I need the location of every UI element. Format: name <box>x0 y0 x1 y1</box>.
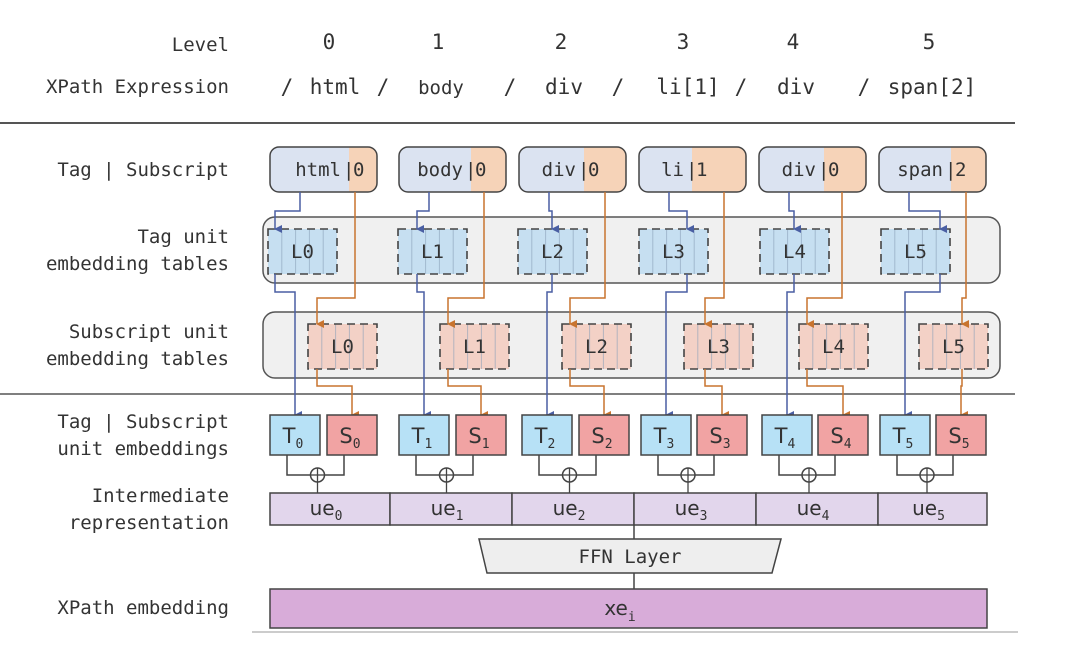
xpath-step: span[2] <box>888 75 977 99</box>
xe-sub: i <box>628 610 636 625</box>
xpath-separator: / <box>735 75 748 99</box>
node-subscript: 0 <box>828 159 839 181</box>
node-tag: body <box>417 159 463 181</box>
table-label: L5 <box>942 336 965 358</box>
xpath-separator: / <box>281 75 294 99</box>
unit-embedding-pair-1: T1 S1 <box>398 414 507 493</box>
row-label-tag-tables-1: Tag unit <box>137 226 229 248</box>
level-number: 4 <box>787 30 800 54</box>
subscript-embedding-table-2: L2 <box>561 323 632 370</box>
tag-embedding-table-3: L3 <box>638 228 709 275</box>
xpath-node-4: div |0 <box>758 146 867 193</box>
row-label-intermediate-2: representation <box>69 512 229 534</box>
subscript-embedding-table-0: L0 <box>307 323 378 370</box>
level-number: 2 <box>555 30 568 54</box>
xpath-node-2: div |0 <box>518 146 627 193</box>
xpath-expression-label: XPath Expression <box>46 76 229 98</box>
xpath-separator: / <box>858 75 871 99</box>
node-subscript: 0 <box>475 159 486 181</box>
unit-embedding-pair-5: T5 S5 <box>879 414 987 493</box>
xpath-separator: / <box>377 75 390 99</box>
table-label: L2 <box>585 336 608 358</box>
subscript-embedding-table-1: L1 <box>439 323 510 370</box>
node-tag: html <box>295 159 341 181</box>
xpath-step: li[1] <box>656 75 719 99</box>
level-numbers: 0 1 2 3 4 5 <box>323 30 936 54</box>
ffn-label: FFN Layer <box>579 546 682 568</box>
node-subscript: 0 <box>353 159 364 181</box>
table-label: L4 <box>783 241 806 263</box>
xpath-node-0: html |0 <box>269 146 378 193</box>
xpath-step: div <box>545 75 583 99</box>
subscript-embedding-table-3: L3 <box>683 323 754 370</box>
row-label-subscript-tables-1: Subscript unit <box>69 321 229 343</box>
tag-embedding-table-1: L1 <box>397 228 468 275</box>
xpath-step: div <box>777 75 815 99</box>
xpath-node-1: body |0 <box>398 146 507 193</box>
level-label: Level <box>172 34 229 56</box>
xpath-separator: / <box>612 75 625 99</box>
tag-embedding-table-2: L2 <box>517 228 588 275</box>
table-label: L2 <box>541 241 564 263</box>
row-label-tag-tables-2: embedding tables <box>46 253 229 275</box>
unit-embedding-pair-4: T4 S4 <box>761 414 869 493</box>
level-number: 5 <box>923 30 936 54</box>
row-label-unit-embeddings-1: Tag | Subscript <box>57 411 229 433</box>
node-tag: li <box>661 159 684 181</box>
xpath-node-3: li |1 <box>638 146 747 193</box>
node-subscript: 0 <box>588 159 599 181</box>
level-number: 3 <box>677 30 690 54</box>
xpath-embedding-diagram: Level XPath Expression 0 1 2 3 4 5 / htm… <box>0 30 1018 633</box>
node-tag: div <box>542 159 576 181</box>
table-label: L4 <box>822 336 845 358</box>
table-label: L1 <box>421 241 444 263</box>
row-label-xpath-embedding: XPath embedding <box>57 597 229 619</box>
xpath-expression: / html / body / div / li[1] / div / span… <box>281 75 977 99</box>
row-label-intermediate-1: Intermediate <box>92 485 229 507</box>
xpath-separator: / <box>504 75 517 99</box>
table-label: L1 <box>463 336 486 358</box>
row-label-subscript-tables-2: embedding tables <box>46 348 229 370</box>
table-label: L3 <box>707 336 730 358</box>
subscript-embedding-table-4: L4 <box>798 323 869 370</box>
subscript-embedding-table-5: L5 <box>918 323 989 370</box>
xe-base: xe <box>604 596 628 620</box>
table-label: L0 <box>291 241 314 263</box>
xpath-node-5: span |2 <box>878 146 987 193</box>
row-label-tag-subscript: Tag | Subscript <box>57 159 229 181</box>
level-number: 1 <box>432 30 445 54</box>
unit-embedding-pair-3: T3 S3 <box>640 414 748 493</box>
row-label-unit-embeddings-2: unit embeddings <box>57 438 229 460</box>
table-label: L0 <box>331 336 354 358</box>
xpath-step: html <box>310 75 361 99</box>
tag-embedding-table-4: L4 <box>759 228 830 275</box>
tag-embedding-table-5: L5 <box>880 228 951 275</box>
unit-embedding-pair-0: T0 S0 <box>269 414 378 493</box>
level-number: 0 <box>323 30 336 54</box>
node-tag: span <box>897 159 943 181</box>
node-tag: div <box>782 159 816 181</box>
table-label: L3 <box>662 241 685 263</box>
unit-embedding-pair-2: T2 S2 <box>521 414 630 493</box>
node-subscript: 1 <box>696 159 707 181</box>
tag-embedding-table-0: L0 <box>267 228 338 275</box>
node-subscript: 2 <box>955 159 966 181</box>
table-label: L5 <box>904 241 927 263</box>
xpath-step: body <box>418 77 464 99</box>
